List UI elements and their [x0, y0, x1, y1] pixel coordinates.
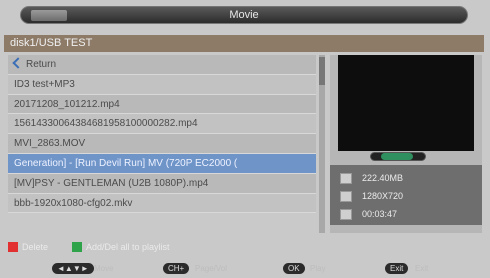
red-key-icon [8, 242, 18, 252]
exit-caption: Exit [415, 264, 429, 273]
list-item-label: 20171208_101212.mp4 [14, 98, 120, 110]
color-key-legend: Delete Add/Del all to playlist [8, 240, 170, 254]
duration: 00:03:47 [362, 209, 398, 219]
list-item-label: Generation] - [Run Devil Run] MV (720P E… [14, 157, 238, 169]
progress-fill [381, 153, 414, 160]
page-caption: Page/Vol [195, 264, 228, 273]
resolution-icon [340, 190, 352, 202]
scrollbar-thumb[interactable] [319, 57, 325, 85]
page-key: CH+ [163, 263, 190, 274]
playback-progress [370, 152, 426, 161]
preview-panel: 222.40MB 1280X720 00:03:47 [330, 55, 482, 233]
move-key: ◄▲▼► [52, 263, 94, 274]
list-item-label: 15614330064384681958100000282.mp4 [14, 118, 198, 130]
list-item[interactable]: bbb-1920x1080-cfg02.mkv [8, 193, 316, 214]
file-size-icon [340, 172, 352, 184]
list-item[interactable]: ID3 test+MP3 [8, 74, 316, 95]
list-item[interactable]: 15614330064384681958100000282.mp4 [8, 114, 316, 135]
exit-key: Exit [385, 263, 409, 274]
clock-icon [340, 208, 352, 220]
button-hint-bar: ◄▲▼► Move CH+ Page/Vol OK Play Exit Exit [0, 260, 490, 278]
list-item-label: ID3 test+MP3 [14, 78, 75, 90]
info-duration: 00:03:47 [340, 207, 397, 221]
list-item-return[interactable]: Return [8, 55, 316, 75]
scrollbar[interactable] [319, 55, 325, 233]
list-item-selected[interactable]: Generation] - [Run Devil Run] MV (720P E… [8, 153, 316, 174]
video-preview [338, 55, 474, 151]
resolution: 1280X720 [362, 191, 404, 201]
list-item-label: [MV]PSY - GENTLEMAN (U2B 1080P).mp4 [14, 177, 209, 189]
ok-key: OK [283, 263, 305, 274]
green-key-icon [72, 242, 83, 252]
info-resolution: 1280X720 [340, 189, 403, 203]
ok-caption: Play [310, 264, 326, 273]
breadcrumb: disk1/USB TEST [4, 35, 484, 52]
list-item[interactable]: 20171208_101212.mp4 [8, 94, 316, 115]
move-caption: Move [94, 264, 114, 273]
file-info: 222.40MB 1280X720 00:03:47 [330, 165, 482, 225]
title-tab [31, 10, 67, 21]
list-item-label: bbb-1920x1080-cfg02.mkv [14, 197, 133, 209]
green-key-label: Add/Del all to playlist [86, 242, 170, 252]
title-bar: Movie [20, 6, 468, 24]
file-list: Return ID3 test+MP3 20171208_101212.mp4 … [8, 55, 316, 233]
list-item[interactable]: MVI_2863.MOV [8, 134, 316, 154]
list-item-label: MVI_2863.MOV [14, 138, 86, 150]
list-item-label: Return [26, 59, 57, 70]
return-icon [12, 57, 24, 69]
page-title: Movie [229, 9, 259, 21]
red-key-label: Delete [22, 242, 49, 252]
list-item[interactable]: [MV]PSY - GENTLEMAN (U2B 1080P).mp4 [8, 173, 316, 194]
file-size: 222.40MB [362, 173, 404, 183]
info-size: 222.40MB [340, 171, 403, 185]
